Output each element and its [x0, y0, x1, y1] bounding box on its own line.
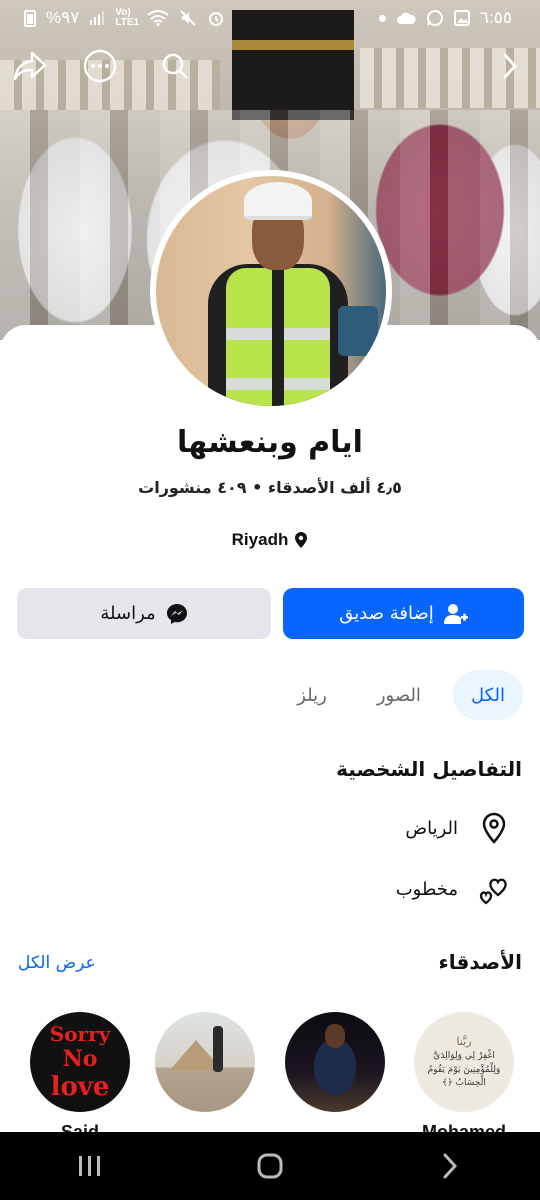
profile-tabs: الكل الصور ريلز: [279, 670, 523, 720]
status-bar-left: %٩٧ Vo) LTE1: [24, 8, 225, 28]
alarm-icon: [209, 12, 224, 26]
details-title: التفاصيل الشخصية: [336, 757, 522, 781]
friend-photo-text: اغْفِرْ لِي وَلِوَالِدَيَّ: [433, 1051, 495, 1061]
message-button[interactable]: مراسلة: [17, 588, 271, 639]
avatar-vest-gap: [272, 268, 284, 406]
friends-title: الأصدقاء: [438, 950, 522, 974]
back-button[interactable]: [490, 46, 530, 86]
share-icon: [13, 51, 47, 81]
signal-icon: [90, 11, 105, 25]
more-icon: [83, 49, 117, 83]
profile-avatar[interactable]: [150, 170, 392, 412]
detail-relationship: مخطوب: [396, 873, 510, 905]
photo-icon: [453, 10, 470, 26]
more-button[interactable]: [80, 46, 120, 86]
system-nav-bar: [0, 1132, 540, 1200]
add-friend-label: إضافة صديق: [339, 603, 434, 624]
see-all-friends-link[interactable]: عرض الكل: [18, 953, 96, 973]
hearts-icon: [478, 873, 510, 905]
friend-photo-text: No: [62, 1046, 98, 1072]
detail-relationship-text: مخطوب: [395, 878, 458, 900]
tab-photos[interactable]: الصور: [359, 670, 439, 720]
nav-back-icon: [443, 1153, 458, 1179]
home-icon: [257, 1153, 283, 1179]
clock: ٦:٥٥: [479, 8, 512, 27]
profile-screen: %٩٧ Vo) LTE1 ٦:٥٥ ايام وبنعشها ٤٫٥ ألف ا…: [0, 0, 540, 1200]
friends-list: Sorry No love ربَّنا اغْفِرْ لِي وَلِوَا…: [0, 1012, 540, 1142]
profile-stats[interactable]: ٤٫٥ ألف الأصدقاء • ٤٠٩ منشورات: [0, 478, 540, 497]
friend-photo-said[interactable]: Sorry No love: [30, 1012, 130, 1112]
avatar-helmet: [244, 182, 312, 220]
detail-location: الرياض: [405, 812, 510, 844]
avatar-photo: [156, 176, 386, 406]
location-icon: [478, 812, 510, 844]
add-friend-button[interactable]: إضافة صديق: [283, 588, 524, 639]
profile-location: Riyadh: [0, 530, 540, 550]
location-pin-icon: [295, 532, 308, 548]
wifi-icon: [147, 10, 170, 26]
message-label: مراسلة: [100, 603, 156, 624]
back-icon: [503, 53, 518, 79]
location-text: Riyadh: [231, 530, 289, 549]
search-button[interactable]: [155, 46, 195, 86]
whatsapp-icon: [426, 10, 443, 26]
battery-percent: %٩٧: [46, 8, 80, 27]
friend-photo-3[interactable]: [285, 1012, 385, 1112]
share-button[interactable]: [10, 46, 50, 86]
friend-photo-text: love: [50, 1072, 110, 1102]
mute-icon: [180, 10, 197, 26]
battery-icon: [24, 9, 36, 27]
status-bar: %٩٧ Vo) LTE1 ٦:٥٥: [0, 0, 540, 36]
add-friend-icon: [443, 603, 468, 624]
tab-reels[interactable]: ريلز: [279, 670, 345, 720]
network-label: Vo) LTE1: [115, 7, 140, 28]
friend-photo-text: وَلِلْمُؤْمِنِينَ يَوْمَ يَقُومُ: [427, 1064, 501, 1075]
friend-photo-text: ربَّنا: [456, 1034, 472, 1048]
messenger-icon: [166, 603, 187, 624]
status-bar-right: ٦:٥٥: [378, 8, 512, 28]
detail-location-text: الرياض: [405, 817, 458, 839]
friend-photo-2[interactable]: [155, 1012, 255, 1112]
friend-photo-mohamed[interactable]: ربَّنا اغْفِرْ لِي وَلِوَالِدَيَّ وَلِلْ…: [414, 1012, 514, 1112]
nav-back-button[interactable]: [420, 1136, 480, 1196]
tab-all[interactable]: الكل: [452, 670, 523, 720]
recent-apps-icon: [79, 1156, 100, 1176]
cloud-icon: [396, 12, 416, 24]
home-button[interactable]: [240, 1136, 300, 1196]
dot-icon: [378, 14, 386, 22]
profile-name: ايام وبنعشها: [177, 425, 363, 460]
friend-photo-text: Sorry: [49, 1022, 111, 1046]
avatar-machine: [338, 306, 378, 356]
recent-apps-button[interactable]: [60, 1136, 120, 1196]
friend-photo-text: الْحِسَابُ ﴿﴾: [442, 1078, 486, 1088]
search-icon: [162, 53, 188, 79]
